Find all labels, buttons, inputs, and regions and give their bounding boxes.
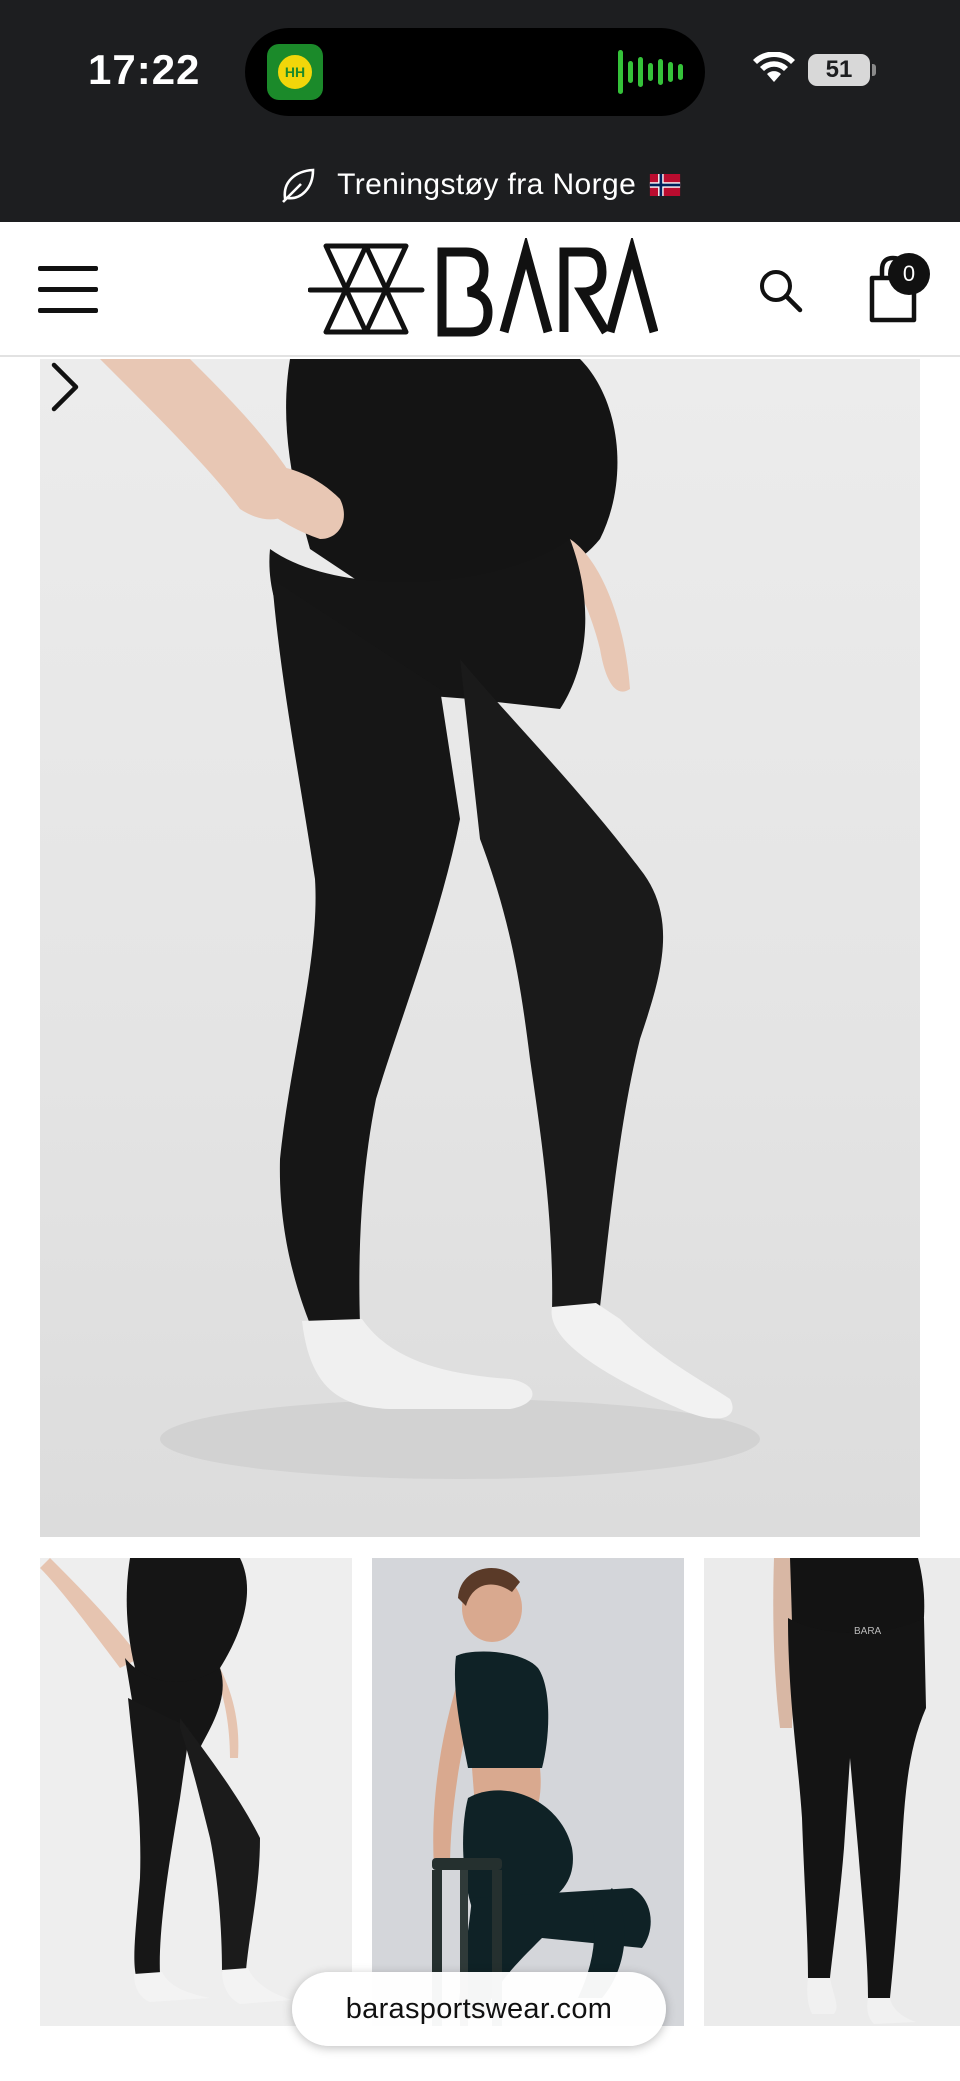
battery-level: 51 xyxy=(825,56,853,83)
thumbnail-photo: BARA xyxy=(773,1558,926,2024)
promo-bar: Treningstøy fra Norge xyxy=(0,148,960,222)
thumbnail-photo xyxy=(432,1568,651,2026)
leaf-icon xyxy=(282,168,315,203)
chevron-right-icon[interactable] xyxy=(40,359,90,415)
product-main-image[interactable] xyxy=(40,359,920,1537)
main-product-photo xyxy=(100,359,760,1479)
search-icon[interactable] xyxy=(756,266,804,314)
site-header xyxy=(0,222,960,357)
audio-activity-icon xyxy=(618,50,683,94)
bara-logo[interactable] xyxy=(308,238,658,348)
app-badge-label: HH xyxy=(275,52,315,92)
cart-count-badge[interactable]: 0 xyxy=(888,253,930,295)
promo-text: Treningstøy fra Norge xyxy=(337,168,681,202)
wifi-icon xyxy=(753,52,795,82)
thumbnail-photo xyxy=(40,1558,292,2004)
norway-flag-icon xyxy=(649,174,681,196)
status-bar: 17:22 HH 51 xyxy=(0,0,960,148)
leggings-logo-mark: BARA xyxy=(854,1626,882,1637)
dynamic-island[interactable]: HH xyxy=(245,28,705,116)
hamburger-menu-icon[interactable] xyxy=(38,266,98,314)
thumbnail-2[interactable] xyxy=(372,1558,684,2026)
battery-icon: 51 xyxy=(808,54,870,86)
status-time: 17:22 xyxy=(88,46,201,93)
browser-url-pill[interactable]: barasportswear.com xyxy=(292,1972,666,2046)
logo-wordmark xyxy=(437,238,658,337)
app-badge-icon: HH xyxy=(267,44,323,100)
promo-label: Treningstøy fra Norge xyxy=(337,168,637,201)
thumbnail-1[interactable] xyxy=(40,1558,352,2026)
thumbnail-3[interactable]: BARA xyxy=(704,1558,960,2026)
battery-tip xyxy=(872,64,876,76)
browser-url: barasportswear.com xyxy=(345,1992,613,2025)
